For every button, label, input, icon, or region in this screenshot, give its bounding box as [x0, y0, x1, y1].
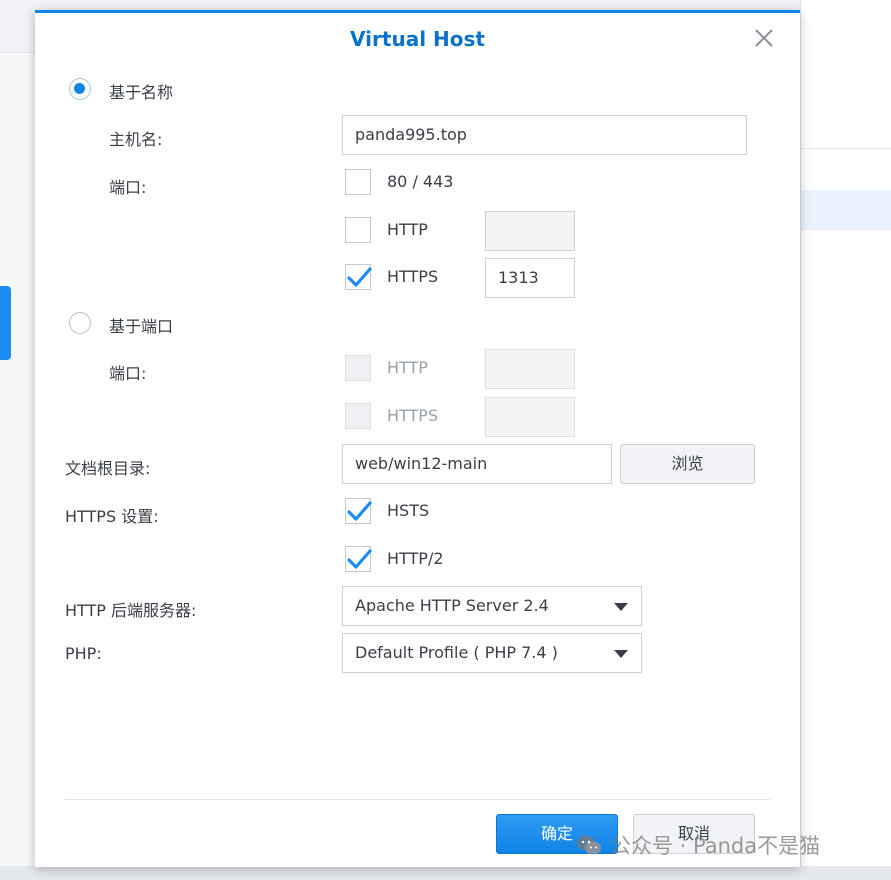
radio-port-based-label: 基于端口 — [109, 317, 174, 336]
php-label: PHP: — [65, 644, 102, 663]
dialog-title: Virtual Host — [350, 27, 485, 51]
backend-server-value: Apache HTTP Server 2.4 — [355, 596, 549, 615]
checkbox-https-port[interactable] — [345, 403, 371, 429]
virtual-host-dialog: Virtual Host 基于名称 主机名: panda995.top 端口: … — [35, 10, 800, 867]
background-list-row — [801, 108, 891, 149]
radio-port-based[interactable] — [69, 312, 91, 334]
checkbox-http-port[interactable] — [345, 355, 371, 381]
checkbox-http-name[interactable] — [345, 217, 371, 243]
backend-server-select[interactable]: Apache HTTP Server 2.4 — [342, 586, 642, 626]
watermark-text: 公众号 · Panda不是猫 — [610, 834, 821, 858]
https-port-input[interactable]: 1313 — [485, 258, 575, 298]
background-side-tab — [0, 286, 11, 360]
backend-server-label: HTTP 后端服务器: — [65, 601, 197, 620]
port-based-https-input[interactable] — [485, 397, 575, 437]
php-profile-select[interactable]: Default Profile ( PHP 7.4 ) — [342, 633, 642, 673]
chevron-down-icon — [614, 650, 628, 658]
checkbox-http2-label: HTTP/2 — [387, 549, 444, 568]
wechat-icon — [577, 835, 601, 855]
hostname-input[interactable]: panda995.top — [342, 115, 747, 155]
browse-button[interactable]: 浏览 — [620, 444, 755, 484]
chevron-down-icon — [614, 603, 628, 611]
background-bottom-bar — [0, 866, 891, 880]
checkbox-http-name-label: HTTP — [387, 220, 428, 239]
http-port-input[interactable] — [485, 211, 575, 251]
php-profile-value: Default Profile ( PHP 7.4 ) — [355, 643, 558, 662]
checkbox-80-443-label: 80 / 443 — [387, 172, 454, 191]
close-icon[interactable] — [753, 27, 775, 49]
doc-root-label: 文档根目录: — [65, 459, 151, 478]
radio-name-based[interactable] — [69, 78, 91, 100]
checkbox-http-port-label: HTTP — [387, 358, 428, 377]
checkbox-https-port-label: HTTPS — [387, 406, 439, 425]
checkbox-80-443[interactable] — [345, 169, 371, 195]
footer-divider — [65, 799, 770, 800]
hostname-label: 主机名: — [109, 130, 163, 149]
checkbox-http2[interactable] — [345, 546, 372, 572]
background-list-panel — [800, 0, 891, 880]
doc-root-input[interactable]: web/win12-main — [342, 444, 612, 484]
port-based-port-label: 端口: — [109, 364, 147, 383]
check-icon — [347, 549, 372, 569]
checkbox-https-name-label: HTTPS — [387, 267, 439, 286]
watermark: 公众号 · Panda不是猫 — [576, 830, 820, 860]
checkbox-hsts-label: HSTS — [387, 501, 430, 520]
check-icon — [347, 267, 372, 287]
background-list-row — [801, 148, 891, 191]
port-based-http-input[interactable] — [485, 349, 575, 389]
background-selected-row — [801, 190, 891, 230]
radio-name-based-label: 基于名称 — [109, 83, 174, 102]
check-icon — [347, 501, 372, 521]
checkbox-hsts[interactable] — [345, 498, 372, 524]
https-settings-label: HTTPS 设置: — [65, 507, 159, 526]
checkbox-https-name[interactable] — [345, 264, 372, 290]
port-label: 端口: — [109, 178, 147, 197]
